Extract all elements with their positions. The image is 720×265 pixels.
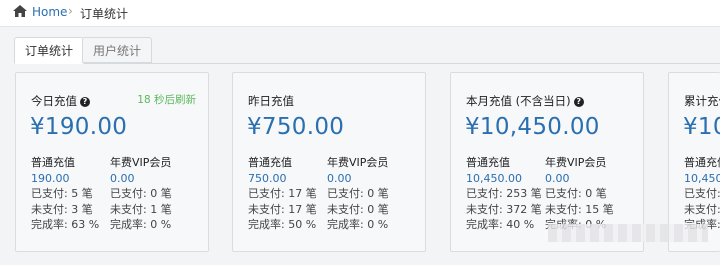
normal-recharge-column: 普通充值 10,450.00 已支付: 253 笔 未支付: 372 笔 完成率… xyxy=(466,155,542,233)
vip-value: 0.00 xyxy=(110,171,135,185)
normal-paid: 已支付: 17 笔 xyxy=(248,187,317,200)
vip-value: 0.00 xyxy=(545,171,570,185)
normal-recharge-value: 190.00 xyxy=(31,171,70,185)
vip-column: 年费VIP会员 0.00 已支付: 0 笔 未支付: 0 笔 完成率: 0 % xyxy=(327,155,389,233)
card-title-text: 本月充值 (不含当日) xyxy=(466,94,571,108)
normal-rate: 完成率: 63 % xyxy=(31,218,100,231)
blurred-watermark xyxy=(548,224,708,242)
card-amount: ¥750.00 xyxy=(247,114,345,140)
normal-recharge-column: 普通充值 190.00 已支付: 5 笔 未支付: 3 笔 完成率: 63 % xyxy=(31,155,99,233)
breadcrumb-home-link[interactable]: Home xyxy=(32,5,67,19)
normal-recharge-label: 普通充值 xyxy=(466,156,510,169)
card-amount: ¥10 xyxy=(683,114,720,140)
normal-recharge-column: 普通充值 10,450 已支付: 未支付: 完成率: xyxy=(684,155,720,233)
vip-unpaid: 未支付: 0 笔 xyxy=(327,202,389,216)
card-title: 昨日充值 xyxy=(248,94,294,108)
breadcrumb-separator: › xyxy=(68,4,73,18)
normal-recharge-label: 普通充值 xyxy=(248,156,292,169)
vip-unpaid: 未支付: 15 笔 xyxy=(545,202,614,216)
home-icon[interactable] xyxy=(12,4,28,18)
vip-label: 年费VIP会员 xyxy=(110,156,172,169)
normal-recharge-value: 10,450 xyxy=(684,171,720,185)
vip-label: 年费VIP会员 xyxy=(545,156,607,169)
vip-unpaid: 未支付: 1 笔 xyxy=(110,202,172,216)
card-title: 累计充值 xyxy=(684,94,720,108)
stat-card-today: 今日充值? 18 秒后刷新 ¥190.00 普通充值 190.00 已支付: 5… xyxy=(15,72,209,252)
normal-recharge-value: 750.00 xyxy=(248,171,287,185)
help-icon[interactable]: ? xyxy=(80,97,90,107)
vip-rate: 完成率: 0 % xyxy=(327,218,389,231)
vip-column: 年费VIP会员 0.00 已支付: 0 笔 未支付: 1 笔 完成率: 0 % xyxy=(110,155,172,233)
vip-column: 年费VIP会员 0.00 已支付: 0 笔 未支付: 15 笔 完成率: 0 % xyxy=(545,155,614,233)
normal-unpaid: 未支付: 3 笔 xyxy=(31,202,93,216)
normal-unpaid: 未支付: 372 笔 xyxy=(466,202,542,216)
normal-paid: 已支付: xyxy=(684,187,720,200)
normal-rate: 完成率: 40 % xyxy=(466,218,535,231)
breadcrumb: Home › 订单统计 xyxy=(0,0,720,27)
normal-recharge-label: 普通充值 xyxy=(684,156,720,169)
card-title-text: 今日充值 xyxy=(31,94,77,108)
card-amount: ¥10,450.00 xyxy=(465,114,600,140)
normal-recharge-column: 普通充值 750.00 已支付: 17 笔 未支付: 17 笔 完成率: 50 … xyxy=(248,155,317,233)
normal-unpaid: 未支付: xyxy=(684,202,720,216)
tab-user-stats[interactable]: 用户统计 xyxy=(82,37,153,63)
normal-paid: 已支付: 253 笔 xyxy=(466,187,542,200)
help-icon[interactable]: ? xyxy=(573,97,584,107)
tab-order-stats[interactable]: 订单统计 xyxy=(14,37,85,64)
vip-rate: 完成率: 0 % xyxy=(110,218,172,231)
vip-paid: 已支付: 0 笔 xyxy=(110,187,172,200)
normal-rate: 完成率: 50 % xyxy=(248,218,317,231)
card-amount: ¥190.00 xyxy=(30,114,128,140)
vip-paid: 已支付: 0 笔 xyxy=(327,187,389,200)
tab-bar: 订单统计 用户统计 xyxy=(14,35,720,64)
normal-recharge-value: 10,450.00 xyxy=(466,171,522,185)
normal-paid: 已支付: 5 笔 xyxy=(31,187,93,200)
stat-card-yesterday: 昨日充值 ¥750.00 普通充值 750.00 已支付: 17 笔 未支付: … xyxy=(232,72,426,252)
vip-value: 0.00 xyxy=(327,171,352,185)
breadcrumb-current: 订单统计 xyxy=(80,7,129,21)
vip-label: 年费VIP会员 xyxy=(327,156,389,169)
refresh-countdown: 18 秒后刷新 xyxy=(137,94,196,106)
card-title: 今日充值? xyxy=(31,93,90,109)
normal-unpaid: 未支付: 17 笔 xyxy=(248,202,317,216)
normal-recharge-label: 普通充值 xyxy=(31,156,75,169)
vip-paid: 已支付: 0 笔 xyxy=(545,187,607,200)
card-title: 本月充值 (不含当日)? xyxy=(466,93,584,109)
